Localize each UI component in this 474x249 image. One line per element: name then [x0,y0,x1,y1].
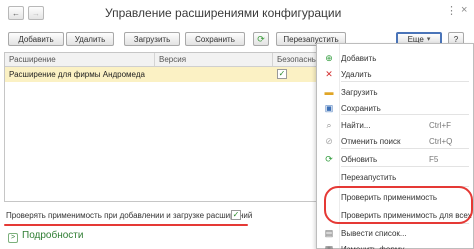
highlight-underline [4,224,248,226]
details-label: Подробности [22,230,84,241]
menu-item-11[interactable]: ▦ Изменить форму... [317,241,473,249]
refresh-icon: ⟳ [325,153,333,164]
plus-icon: ⊕ [325,52,333,63]
add-button[interactable]: Добавить [8,32,64,46]
highlight-oval [324,186,473,224]
menu-item-label: Отменить поиск [341,136,401,146]
menu-item-shortcut: Ctrl+Q [429,136,453,146]
extensions-table[interactable]: Расширение Версия Безопасный Расширение … [4,52,318,202]
menu-item-label: Перезапустить [341,172,397,182]
forward-button[interactable]: → [28,6,44,20]
column-header-safe-mode[interactable]: Безопасный [273,53,318,66]
table-header: Расширение Версия Безопасный [5,53,318,67]
checkmark-icon: ✓ [278,69,286,78]
back-button[interactable]: ← [8,6,24,20]
arrow-left-icon: ← [12,8,20,18]
extension-name-cell: Расширение для фирмы Андромеда [9,70,145,79]
menu-item-0[interactable]: ⊕ Добавить [317,50,473,66]
column-header-version[interactable]: Версия [155,53,273,66]
menu-item-shortcut: Ctrl+F [429,120,451,130]
menu-item-10[interactable]: ▤ Вывести список... [317,225,473,241]
menu-item-label: Обновить [341,154,378,164]
extension-version-cell [155,67,273,82]
expand-icon: > [8,233,18,243]
menu-item-label: Добавить [341,53,377,63]
column-header-extension[interactable]: Расширение [5,53,155,66]
arrow-right-icon: → [32,8,40,18]
check-applicability-option: Проверять применимость при добавлении и … [6,211,252,220]
menu-item-2[interactable]: ▬ Загрузить [317,84,473,100]
table-row[interactable]: Расширение для фирмы Андромеда ✓ [5,67,316,82]
menu-item-6[interactable]: ⟳ Обновить F5 [317,151,473,167]
form-icon: ▦ [324,243,334,249]
save-button[interactable]: Сохранить [185,32,245,46]
menu-item-label: Сохранить [341,103,381,113]
menu-item-5[interactable]: ⊘ Отменить поиск Ctrl+Q [317,133,473,149]
list-icon: ▤ [324,227,334,238]
menu-item-4[interactable]: ⌕ Найти... Ctrl+F [317,117,473,133]
close-icon[interactable]: × [461,4,467,16]
window-title: Управление расширениями конфигурации [105,6,342,20]
checkmark-icon: ✓ [232,210,240,219]
details-section-toggle[interactable]: > Подробности [8,230,83,243]
window-menu-icon[interactable]: ⋮ [446,4,457,17]
menu-item-label: Вывести список... [341,228,407,238]
menu-item-7[interactable]: Перезапустить [317,169,473,185]
safe-mode-checkbox[interactable]: ✓ [277,69,287,79]
refresh-button[interactable]: ⟳ [253,32,269,46]
check-applicability-checkbox[interactable]: ✓ [231,210,241,220]
disk-icon: ▣ [324,102,334,113]
menu-item-label: Загрузить [341,87,378,97]
menu-item-3[interactable]: ▣ Сохранить [317,100,473,116]
menu-item-1[interactable]: ✕ Удалить [317,66,473,82]
folder-icon: ▬ [324,87,334,97]
delete-icon: ✕ [325,68,333,79]
menu-item-shortcut: F5 [429,154,439,164]
check-applicability-label: Проверять применимость при добавлении и … [6,211,253,220]
chevron-down-icon: ▾ [426,36,431,43]
menu-item-label: Удалить [341,69,372,79]
delete-button[interactable]: Удалить [66,32,114,46]
menu-item-label: Изменить форму... [341,244,411,249]
load-button[interactable]: Загрузить [124,32,180,46]
menu-item-label: Найти... [341,120,371,130]
search-icon: ⌕ [326,119,332,130]
refresh-icon: ⟳ [257,33,265,44]
cancel-search-icon: ⊘ [325,135,333,146]
